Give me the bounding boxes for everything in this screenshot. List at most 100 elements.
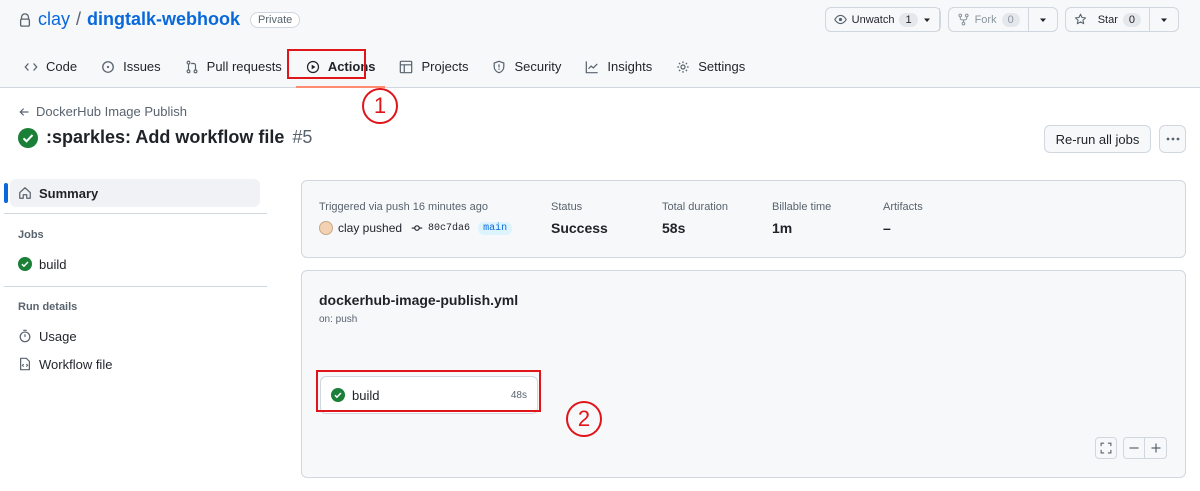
star-icon — [1074, 13, 1086, 25]
code-icon — [24, 62, 38, 71]
kebab-horizontal-icon — [1166, 137, 1179, 141]
tab-settings[interactable]: Settings — [664, 50, 757, 83]
arrow-left-icon — [19, 107, 29, 116]
fork-label: Fork — [974, 13, 997, 26]
fork-button-group: Fork 0 — [947, 7, 1058, 32]
tab-code[interactable]: Code — [12, 50, 89, 83]
star-count: 0 — [1122, 12, 1141, 27]
file-code-icon — [20, 357, 30, 371]
sidebar-item-workflow-file[interactable]: Workflow file — [0, 350, 260, 378]
zoom-controls — [1123, 437, 1167, 459]
run-sidebar: Summary Jobs build Run details Usage Wor… — [0, 179, 267, 378]
tab-pull-requests[interactable]: Pull requests — [173, 50, 294, 83]
sidebar-jobs-heading: Jobs — [18, 229, 44, 241]
fork-count: 0 — [1001, 12, 1020, 27]
push-info: clay pushed 80c7da6 main — [319, 221, 513, 235]
build-job-highlight — [316, 370, 541, 412]
branch-label[interactable]: main — [478, 221, 513, 235]
fullscreen-button[interactable] — [1095, 437, 1117, 459]
issue-icon — [102, 60, 114, 73]
more-options-button[interactable] — [1159, 125, 1186, 153]
active-indicator — [4, 183, 8, 203]
zoom-in-button[interactable] — [1145, 437, 1167, 459]
avatar[interactable] — [319, 221, 333, 235]
fork-dropdown-button[interactable] — [1029, 8, 1057, 31]
fullscreen-control — [1095, 437, 1117, 459]
duration-value: 58s — [662, 220, 686, 236]
shield-icon — [494, 60, 505, 73]
repo-separator: / — [76, 9, 82, 29]
sidebar-build-label: build — [39, 256, 67, 272]
lock-icon — [19, 12, 31, 27]
unwatch-button-group: Unwatch 1 — [824, 7, 941, 32]
commit-sha-link[interactable]: 80c7da6 — [428, 223, 470, 234]
tab-issues[interactable]: Issues — [89, 50, 173, 83]
visibility-badge: Private — [250, 11, 301, 28]
actor-text[interactable]: clay pushed — [338, 221, 402, 235]
billable-label: Billable time — [772, 201, 832, 213]
eye-icon — [833, 14, 847, 25]
tab-security[interactable]: Security — [480, 50, 573, 83]
sidebar-item-build[interactable]: build — [0, 250, 260, 278]
dash-icon — [1129, 447, 1139, 449]
star-button[interactable]: Star 0 — [1066, 8, 1150, 31]
tab-projects[interactable]: Projects — [387, 50, 480, 83]
annotation-number-2: 2 — [566, 401, 602, 437]
billable-value[interactable]: 1m — [772, 220, 792, 236]
zoom-out-button[interactable] — [1123, 437, 1145, 459]
tab-security-label: Security — [514, 59, 562, 74]
trigger-label: Triggered via push 16 minutes ago — [319, 201, 488, 213]
annotation-number-1: 1 — [362, 88, 398, 124]
sidebar-divider — [4, 213, 267, 214]
actions-tab-highlight — [287, 49, 366, 79]
run-title-text: :sparkles: Add workflow file — [46, 127, 285, 147]
tab-insights[interactable]: Insights — [573, 50, 664, 83]
sidebar-divider — [4, 286, 267, 287]
caret-down-icon — [1039, 18, 1046, 22]
screen-full-icon — [1100, 442, 1112, 454]
star-button-group: Star 0 — [1064, 7, 1179, 32]
pull-request-icon — [186, 60, 198, 73]
repo-header: clay / dingtalk-webhook Private Unwatch … — [0, 0, 1200, 88]
status-label: Status — [551, 201, 583, 213]
artifacts-value: – — [883, 220, 891, 236]
tab-code-label: Code — [46, 59, 78, 74]
gear-icon — [677, 60, 689, 73]
duration-label: Total duration — [662, 201, 729, 213]
repo-title: clay / dingtalk-webhook Private — [18, 9, 301, 30]
artifacts-label: Artifacts — [883, 201, 923, 213]
tab-issues-label: Issues — [123, 59, 161, 74]
plus-icon — [1151, 443, 1160, 453]
back-to-workflow-link[interactable]: DockerHub Image Publish — [18, 104, 187, 119]
watch-count: 1 — [899, 12, 918, 27]
caret-down-icon — [1161, 18, 1167, 22]
repo-name-link[interactable]: dingtalk-webhook — [87, 9, 240, 30]
fork-button[interactable]: Fork 0 — [949, 8, 1029, 31]
run-title: :sparkles: Add workflow file #5 — [18, 127, 312, 148]
unwatch-label: Unwatch — [851, 13, 895, 26]
repo-nav: Code Issues Pull requests Actions Projec… — [12, 50, 757, 88]
fork-icon — [957, 13, 969, 26]
sidebar-run-details-heading: Run details — [18, 301, 78, 313]
tab-projects-label: Projects — [421, 59, 469, 74]
repo-owner-link[interactable]: clay — [38, 9, 70, 30]
home-icon — [19, 187, 31, 199]
star-label: Star — [1097, 13, 1118, 26]
run-summary-card: Triggered via push 16 minutes ago clay p… — [301, 180, 1186, 258]
status-value: Success — [551, 220, 608, 236]
unwatch-button[interactable]: Unwatch 1 — [826, 8, 940, 31]
sidebar-item-summary[interactable]: Summary — [4, 179, 260, 207]
workflow-file-name: dockerhub-image-publish.yml — [319, 292, 519, 308]
sidebar-usage-label: Usage — [39, 328, 77, 344]
rerun-all-jobs-button[interactable]: Re-run all jobs — [1044, 125, 1151, 153]
run-number: #5 — [292, 127, 313, 147]
sidebar-summary-label: Summary — [39, 185, 99, 201]
sidebar-item-usage[interactable]: Usage — [0, 322, 260, 350]
commit-icon — [411, 225, 423, 231]
workflow-trigger: on: push — [319, 314, 358, 325]
back-link-label: DockerHub Image Publish — [36, 104, 188, 119]
tab-settings-label: Settings — [698, 59, 746, 74]
check-circle-fill-icon — [18, 127, 38, 148]
star-dropdown-button[interactable] — [1150, 8, 1178, 31]
table-icon — [400, 60, 413, 73]
